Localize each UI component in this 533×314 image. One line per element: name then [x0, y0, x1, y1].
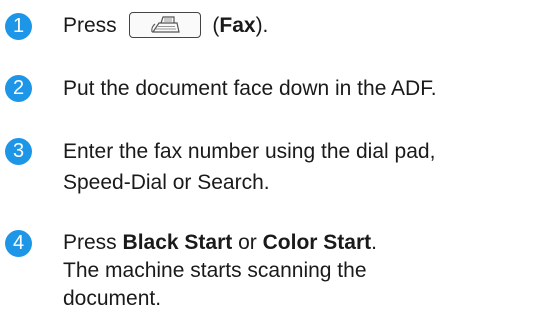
fax-key-label: Fax [219, 14, 256, 37]
step-3-line-1: Enter the fax number using the dial pad, [63, 140, 436, 163]
fax-key-button [128, 11, 201, 38]
step-number-badge: 3 [5, 138, 32, 165]
step-number-badge: 2 [5, 75, 32, 102]
step-number-badge: 4 [5, 230, 32, 257]
step-2-text: Put the document face down in the ADF. [63, 77, 437, 100]
color-start-label: Color Start [262, 231, 372, 254]
step-4-line-2: The machine starts scanning the [63, 259, 367, 282]
step-4-line-1: Press Black Start or Color Start. [63, 228, 377, 258]
fax-machine-icon [150, 16, 180, 33]
period: . [371, 231, 377, 254]
press-label: Press [63, 14, 117, 37]
close-paren: ). [255, 14, 269, 37]
press-label: Press [63, 231, 117, 254]
step-1-text: Press (Fax). [63, 11, 268, 41]
step-4-line-3: document. [63, 287, 162, 310]
black-start-label: Black Start [122, 231, 233, 254]
step-number-badge: 1 [5, 13, 32, 40]
or-label: or [238, 231, 257, 254]
step-3-line-2: Speed-Dial or Search. [63, 171, 270, 194]
